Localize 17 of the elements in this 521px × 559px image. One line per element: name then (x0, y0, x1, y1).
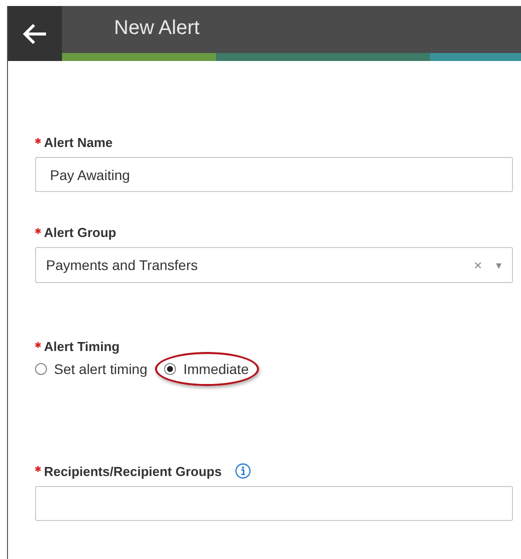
page-title: New Alert (113, 16, 201, 41)
radio-button[interactable] (164, 363, 176, 375)
field-label: Alert Timing (44, 339, 120, 354)
back-button[interactable] (8, 6, 62, 61)
field-label: Alert Name (44, 135, 113, 150)
field-label: Alert Group (44, 225, 116, 240)
back-arrow-icon (22, 22, 48, 44)
text-field[interactable] (35, 486, 513, 521)
dropdown-field[interactable]: Payments and Transfers × ▾ (35, 247, 513, 283)
caret-icon[interactable]: ▾ (496, 258, 502, 272)
clear-button[interactable]: × (474, 257, 482, 273)
radio-option[interactable]: Immediate (164, 361, 249, 377)
text-field[interactable]: Pay Awaiting (35, 157, 513, 192)
info-icon[interactable] (234, 463, 251, 479)
radio-button[interactable] (35, 363, 47, 375)
field-label: Recipients/Recipient Groups (44, 464, 222, 478)
radio-option[interactable]: Set alert timing (35, 361, 148, 377)
